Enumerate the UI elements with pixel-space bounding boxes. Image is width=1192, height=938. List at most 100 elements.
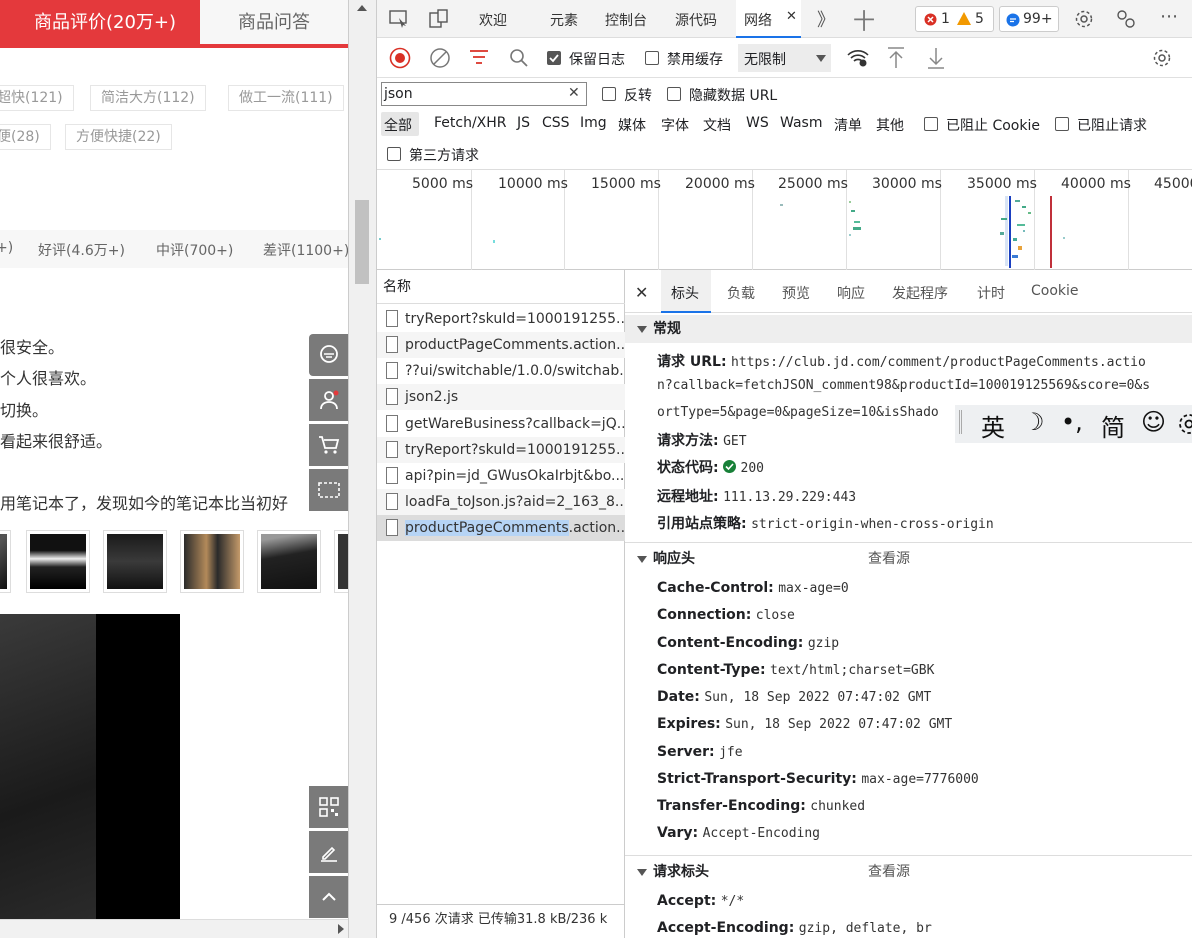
user-icon[interactable] [309,379,348,421]
review-large-image[interactable] [0,614,180,919]
cart-icon[interactable] [309,424,348,466]
type-filter-css[interactable]: CSS [542,115,570,131]
more-options-icon[interactable]: ⋯ [1160,6,1178,27]
filter-icon[interactable] [469,49,489,67]
request-row[interactable]: tryReport?skuId=1000191255... [377,306,625,332]
request-row[interactable]: productPageComments.action... [377,332,625,358]
request-row[interactable]: tryReport?skuId=1000191255... [377,437,625,463]
blocked-cookies-checkbox[interactable] [924,117,938,131]
vertical-scrollbar[interactable] [348,0,376,938]
add-tab-icon[interactable]: 十 [853,4,875,36]
clear-filter-icon[interactable]: ✕ [568,85,580,101]
invert-checkbox[interactable] [602,87,616,101]
type-filter-doc[interactable]: 文档 [703,115,731,135]
ime-language-toggle[interactable]: 英 [981,408,1005,443]
type-filter-other[interactable]: 其他 [876,115,904,135]
close-detail-icon[interactable]: ✕ [635,283,648,302]
view-source-link[interactable]: 查看源 [868,545,910,573]
review-thumbnail[interactable] [26,530,90,593]
detail-tab-initiator[interactable]: 发起程序 [892,283,948,303]
messages-counter[interactable]: 99+ [999,6,1059,32]
review-thumbnail[interactable] [0,530,11,593]
type-filter-img[interactable]: Img [580,115,607,131]
review-thumbnail[interactable] [334,530,348,593]
import-har-icon[interactable] [887,47,905,69]
inspect-element-icon[interactable] [389,10,409,28]
request-row[interactable]: ??ui/switchable/1.0.0/switchab... [377,358,625,384]
detail-tab-timing[interactable]: 计时 [977,283,1005,303]
preserve-log-checkbox[interactable] [547,51,561,65]
ime-emoji-icon[interactable]: ☺ [1141,408,1166,436]
type-filter-js[interactable]: JS [517,115,530,131]
detail-tab-headers[interactable]: 标头 [661,270,711,313]
connect-device-icon[interactable] [1115,9,1137,29]
filter-medium[interactable]: 中评(700+) [156,240,233,260]
type-filter-media[interactable]: 媒体 [618,115,646,135]
scroll-up-icon[interactable] [357,4,367,12]
request-row[interactable]: api?pin=jd_GWusOkaIrbjt&bo... [377,463,625,489]
tab-welcome[interactable]: 欢迎 [479,10,507,30]
request-row[interactable]: getWareBusiness?callback=jQ... [377,411,625,437]
tab-reviews[interactable]: 商品评价(20万+) [0,0,200,46]
close-icon[interactable]: ✕ [786,9,797,24]
detail-tab-cookie[interactable]: Cookie [1031,283,1079,299]
filter-bad[interactable]: 差评(1100+) [263,240,348,260]
blocked-requests-checkbox[interactable] [1055,117,1069,131]
request-row[interactable]: loadFa_toJson.js?aid=2_163_8... [377,489,625,515]
review-tag[interactable]: 超快(121) [0,85,74,111]
type-filter-manifest[interactable]: 清单 [834,115,862,135]
ime-punctuation-icon[interactable]: •, [1061,408,1083,436]
throttling-select[interactable]: 无限制 [738,44,831,72]
type-filter-wasm[interactable]: Wasm [780,115,822,131]
issues-counter[interactable]: 1 5 [915,6,994,32]
name-column-header[interactable]: 名称 [377,270,625,304]
request-headers-section-header[interactable]: 请求标头 查看源 [625,858,1192,886]
ime-drag-handle[interactable] [959,410,962,434]
scroll-right-icon[interactable] [337,924,345,934]
review-thumbnail[interactable] [103,530,167,593]
tab-console[interactable]: 控制台 [605,10,647,30]
back-to-top-icon[interactable] [309,876,348,918]
filter-good[interactable]: 好评(4.6万+) [38,240,125,260]
clear-icon[interactable] [429,47,451,69]
third-party-checkbox[interactable] [387,147,401,161]
type-filter-xhr[interactable]: Fetch/XHR [434,115,507,131]
horizontal-scrollbar[interactable] [0,919,348,938]
type-filter-all[interactable]: 全部 [381,112,419,136]
more-tabs-icon[interactable]: 》 [817,6,835,32]
tab-qa[interactable]: 商品问答 [200,0,348,46]
edit-icon[interactable] [309,831,348,873]
type-filter-font[interactable]: 字体 [661,115,689,135]
request-row-selected[interactable]: productPageComments.action... [377,515,625,541]
network-settings-gear-icon[interactable] [1152,48,1172,68]
type-filter-ws[interactable]: WS [746,115,769,131]
filter-all[interactable]: +) [0,240,13,256]
review-thumbnail[interactable] [180,530,244,593]
response-headers-section-header[interactable]: 响应头 查看源 [625,545,1192,573]
qrcode-icon[interactable] [309,786,348,828]
review-tag[interactable]: 简洁大方(112) [90,85,206,111]
tab-sources[interactable]: 源代码 [675,10,717,30]
ime-moon-icon[interactable]: ☽ [1023,408,1045,436]
review-tag[interactable]: 方便快捷(22) [65,124,172,150]
tab-network[interactable]: 网络 ✕ [736,0,801,38]
ticket-icon[interactable] [309,469,348,511]
network-conditions-icon[interactable] [847,48,869,68]
filter-input[interactable]: json ✕ [381,82,587,106]
scrollbar-thumb[interactable] [355,200,369,284]
network-overview-timeline[interactable]: 5000 ms 10000 ms 15000 ms 20000 ms 25000… [377,170,1192,270]
detail-tab-preview[interactable]: 预览 [782,283,810,303]
chat-icon[interactable] [309,334,348,376]
request-row[interactable]: json2.js [377,384,625,410]
detail-tab-response[interactable]: 响应 [837,283,865,303]
review-thumbnail[interactable] [257,530,321,593]
device-toolbar-icon[interactable] [429,9,449,29]
search-icon[interactable] [509,48,529,68]
review-tag[interactable]: 做工一流(111) [228,85,344,111]
detail-tab-payload[interactable]: 负载 [727,283,755,303]
record-icon[interactable] [389,47,411,69]
hide-data-urls-checkbox[interactable] [667,87,681,101]
disable-cache-checkbox[interactable] [645,51,659,65]
ime-settings-gear-icon[interactable] [1177,412,1192,436]
export-har-icon[interactable] [927,47,945,69]
